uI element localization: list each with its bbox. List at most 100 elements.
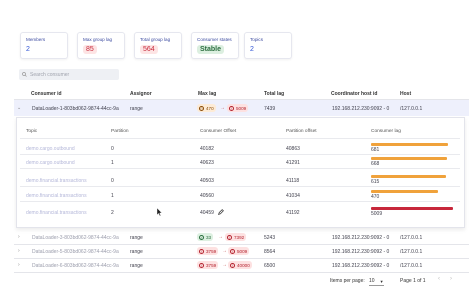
partition-offset: 40863 xyxy=(286,146,300,152)
lag-bar xyxy=(371,190,438,193)
lag-bar xyxy=(371,207,453,210)
consumer-offset: 40182 xyxy=(200,146,214,152)
assignor: range xyxy=(130,263,143,269)
detail-row-divider xyxy=(20,168,460,169)
max-lag-from-badge: ✓ 33 xyxy=(197,233,214,241)
partition: 2 xyxy=(111,210,114,216)
assignor: range xyxy=(130,106,143,112)
detail-row-divider xyxy=(20,201,460,202)
chevron-right-icon[interactable]: › xyxy=(18,234,20,240)
topic-link[interactable]: demo.financial.transactions xyxy=(26,178,87,184)
column-header-host[interactable]: Host xyxy=(400,91,411,97)
detail-header-consumer-lag: Consumer lag xyxy=(371,129,401,134)
items-per-page-select[interactable]: 10 ▼ xyxy=(369,278,384,286)
partition-offset: 41291 xyxy=(286,160,300,166)
arrow-right-icon: → xyxy=(222,262,227,268)
partition: 0 xyxy=(111,178,114,184)
page-indicator: Page 1 of 1 xyxy=(400,278,426,284)
coordinator-host-id: 192.168.212.230:9092 - 0 xyxy=(332,263,390,269)
lag-value: 5009 xyxy=(236,105,247,111)
edit-pencil-icon[interactable] xyxy=(218,209,224,215)
detail-header-topic: Topic xyxy=(26,129,38,134)
lag-bar xyxy=(371,143,448,146)
next-page-button[interactable]: › xyxy=(450,276,452,282)
total-lag: 6500 xyxy=(264,263,276,269)
stat-card-total-group-lag: Total group lag 564 xyxy=(134,32,182,59)
chevron-right-icon[interactable]: › xyxy=(18,248,20,254)
alert-icon: ! xyxy=(199,248,204,254)
topic-link[interactable]: demo.financial.transactions xyxy=(26,193,87,199)
consumer-id: DataLoader-1-803bd062-9874-44cc-9a xyxy=(32,106,119,112)
prev-page-button[interactable]: ‹ xyxy=(438,276,440,282)
consumer-id: DataLoader-3-803bd062-9874-44cc-9a xyxy=(32,235,119,241)
search-field[interactable] xyxy=(19,69,119,80)
lag-value: 3759 xyxy=(206,262,217,268)
coordinator-host-id: 192.168.212.230:9092 - 0 xyxy=(332,249,390,255)
consumer-lag: 615 xyxy=(371,179,380,185)
stat-value: Stable xyxy=(197,45,225,54)
lag-bar xyxy=(371,157,447,160)
row-divider xyxy=(14,272,469,273)
arrow-right-icon: → xyxy=(220,105,225,111)
lag-bar xyxy=(371,175,446,178)
chevron-down-icon[interactable]: ⌄ xyxy=(17,105,21,111)
alert-icon: ! xyxy=(230,248,235,254)
clock-icon: ⏱ xyxy=(199,105,204,111)
stat-value: 564 xyxy=(140,45,158,54)
consumer-id: DataLoader-6-803bd062-9874-44cc-9a xyxy=(32,263,119,269)
lag-value: 7392 xyxy=(234,234,245,240)
stat-label: Consumer states xyxy=(197,37,232,42)
topic-link[interactable]: demo.financial.transactions xyxy=(26,210,87,216)
column-header-assignor[interactable]: Assignor xyxy=(130,91,152,97)
partition-offset: 41118 xyxy=(286,178,300,184)
items-per-page-label: Items per page: xyxy=(330,278,365,284)
stat-value: 85 xyxy=(83,45,97,54)
max-lag-to-badge: ! 5009 xyxy=(227,104,249,112)
consumer-lag: 5009 xyxy=(371,211,383,217)
chevron-right-icon[interactable]: › xyxy=(18,262,20,268)
stat-label: Total group lag xyxy=(140,37,171,42)
alert-icon: ! xyxy=(229,105,234,111)
coordinator-host-id: 192.168.212.230:9092 - 0 xyxy=(332,106,390,112)
consumer-id: DataLoader-5-803bd062-9874-44cc-9a xyxy=(32,249,119,255)
consumer-offset: 40459 xyxy=(200,210,214,216)
assignor: range xyxy=(130,249,143,255)
host: /127.0.0.1 xyxy=(400,249,423,255)
assignor: range xyxy=(130,235,143,241)
consumer-lag: 470 xyxy=(371,194,380,200)
alert-icon: ! xyxy=(199,262,204,268)
items-per-page-value: 10 xyxy=(369,278,375,284)
topic-link[interactable]: demo.cargo.outbound xyxy=(26,160,75,166)
detail-row-divider xyxy=(20,154,460,155)
column-header-consumer-id[interactable]: Consumer id xyxy=(31,91,62,97)
lag-value: 470 xyxy=(206,105,214,111)
host: /127.0.0.1 xyxy=(400,235,423,241)
column-header-coordinator-host-id[interactable]: Coordinator host id xyxy=(331,91,377,97)
column-header-total-lag[interactable]: Total lag xyxy=(264,91,284,97)
consumer-lag: 681 xyxy=(371,147,380,153)
detail-header-consumer-offset: Consumer Offset xyxy=(200,129,237,134)
search-input[interactable] xyxy=(30,71,115,78)
max-lag-from-badge: ⏱ 470 xyxy=(197,104,216,112)
detail-row-divider xyxy=(20,186,460,187)
topic-link[interactable]: demo.cargo.outbound xyxy=(26,146,75,152)
row-divider xyxy=(14,244,469,245)
partition-offset: 41034 xyxy=(286,193,300,199)
stat-card-consumer-states: Consumer states Stable xyxy=(191,32,239,59)
consumer-offset: 40503 xyxy=(200,178,214,184)
consumer-offset: 40560 xyxy=(200,193,214,199)
partition-offset: 41192 xyxy=(286,210,300,216)
alert-icon: ! xyxy=(227,234,232,240)
stat-label: Members xyxy=(26,37,46,42)
mouse-cursor-icon xyxy=(157,208,162,216)
arrow-right-icon: → xyxy=(222,248,227,254)
partition: 1 xyxy=(111,193,114,199)
partition: 1 xyxy=(111,160,114,166)
max-lag-from-badge: ! 3759 xyxy=(197,261,219,269)
max-lag-to-badge: ! 5009 xyxy=(228,247,250,255)
consumer-lag: 668 xyxy=(371,161,380,167)
host: /127.0.0.1 xyxy=(400,263,423,269)
column-header-max-lag[interactable]: Max lag xyxy=(198,91,216,97)
chevron-down-icon: ▼ xyxy=(379,278,384,284)
stat-card-max-group-lag: Max group lag 85 xyxy=(77,32,125,59)
